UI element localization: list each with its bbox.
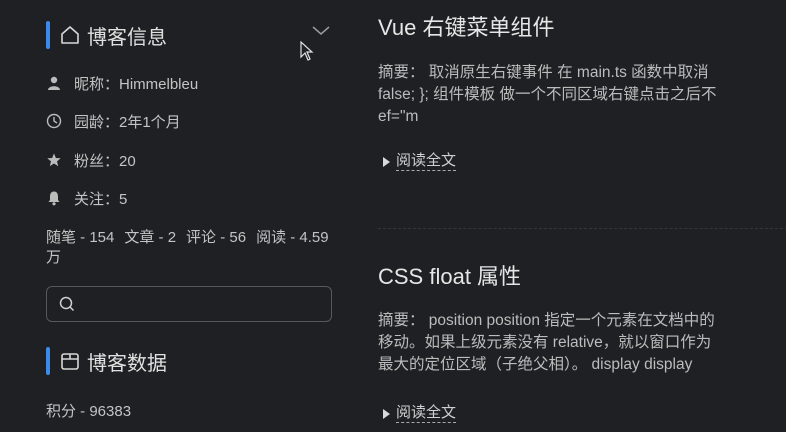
caret-right-icon — [383, 156, 390, 167]
search-box[interactable] — [46, 286, 332, 322]
caret-right-icon — [383, 408, 390, 419]
summary-line: 移动。如果上级元素没有 relative，就以窗口作为 — [378, 334, 712, 351]
stat-articles[interactable]: 文章 - 2 — [124, 229, 176, 246]
age-row: 园龄：2年1个月 — [46, 111, 181, 131]
accent-bar — [46, 347, 50, 375]
post-summary: 摘要： 取消原生右键事件 在 main.ts 函数中取消 false; }; 组… — [378, 62, 786, 128]
post-list: Vue 右键菜单组件 摘要： 取消原生右键事件 在 main.ts 函数中取消 … — [345, 0, 786, 432]
chevron-down-icon[interactable] — [310, 24, 332, 38]
post-title[interactable]: Vue 右键菜单组件 — [378, 10, 554, 42]
stat-comments[interactable]: 评论 - 56 — [186, 229, 246, 246]
read-more-link[interactable]: 阅读全文 — [383, 404, 457, 423]
read-more-label[interactable]: 阅读全文 — [396, 152, 457, 171]
post-divider — [378, 228, 786, 229]
accent-bar — [46, 21, 50, 49]
nickname-text: 昵称：Himmelbleu — [74, 75, 199, 93]
home-icon — [60, 25, 80, 45]
blog-stats: 随笔 - 154 文章 - 2 评论 - 56 阅读 - 4.59万 — [46, 228, 346, 268]
sidebar: 博客信息 昵称：Himmelbleu 园龄：2年1个月 粉丝：20 关注：5 随… — [0, 0, 345, 432]
summary-line: 摘要： position position 指定一个元素在文档中的 — [378, 312, 715, 329]
blog-data-heading: 博客数据 — [46, 347, 167, 375]
summary-line: ef="m — [378, 108, 419, 125]
fans-row: 粉丝：20 — [46, 150, 136, 170]
nickname-row: 昵称：Himmelbleu — [46, 73, 198, 93]
blog-info-title: 博客信息 — [87, 26, 167, 49]
age-text: 园龄：2年1个月 — [74, 113, 181, 131]
summary-line: false; }; 组件模板 做一个不同区域右键点击之后不 — [378, 86, 717, 103]
stat-posts[interactable]: 随笔 - 154 — [46, 229, 114, 246]
following-row: 关注：5 — [46, 188, 127, 208]
search-icon — [59, 296, 75, 312]
summary-line: 摘要： 取消原生右键事件 在 main.ts 函数中取消 — [378, 64, 709, 81]
summary-line: 最大的定位区域（子绝父相）。 display display — [378, 356, 693, 373]
read-more-link[interactable]: 阅读全文 — [383, 152, 457, 171]
fans-text: 粉丝：20 — [74, 152, 136, 170]
package-icon — [60, 351, 80, 371]
following-text: 关注：5 — [74, 190, 128, 208]
bell-icon — [46, 190, 62, 206]
score-text: 积分 - 96383 — [46, 403, 132, 420]
search-input[interactable] — [81, 295, 325, 313]
clock-icon — [46, 113, 62, 129]
blog-info-heading: 博客信息 — [46, 21, 167, 49]
post-title[interactable]: CSS float 属性 — [378, 259, 521, 291]
read-more-label[interactable]: 阅读全文 — [396, 404, 457, 423]
user-icon — [46, 75, 62, 91]
blog-data-title: 博客数据 — [87, 352, 167, 375]
mouse-cursor-icon — [300, 41, 314, 61]
star-icon — [46, 152, 62, 168]
post-summary: 摘要： position position 指定一个元素在文档中的 移动。如果上… — [378, 310, 786, 376]
